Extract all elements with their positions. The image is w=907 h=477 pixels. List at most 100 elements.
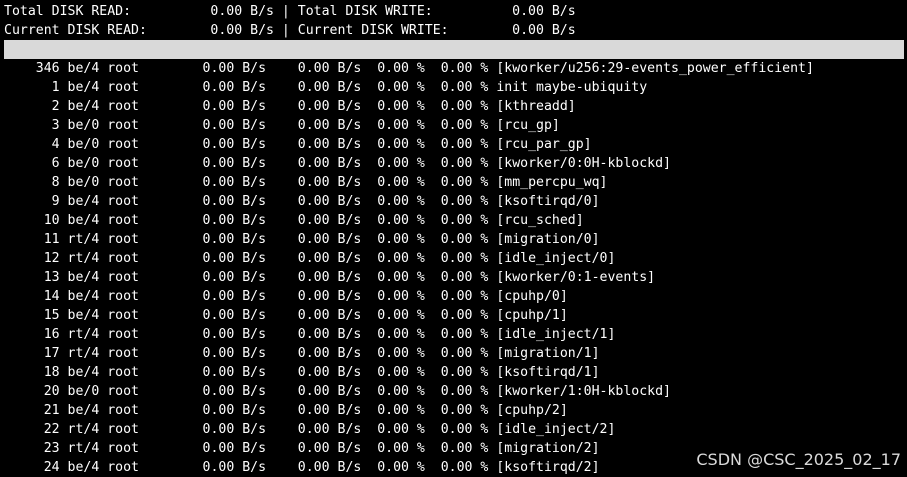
process-io: 0.00 % xyxy=(424,156,489,171)
process-row[interactable]: 9 be/4 root 0.00 B/s 0.00 B/s 0.00 % 0.0… xyxy=(4,192,904,211)
process-tid: 6 xyxy=(4,156,68,171)
process-prio: be/4 xyxy=(67,289,108,304)
process-row[interactable]: 6 be/0 root 0.00 B/s 0.00 B/s 0.00 % 0.0… xyxy=(4,154,904,173)
process-command: [migration/1] xyxy=(488,346,600,361)
process-row[interactable]: 346 be/4 root 0.00 B/s 0.00 B/s 0.00 % 0… xyxy=(4,59,904,78)
process-command: [kworker/0:0H-kblockd] xyxy=(488,156,672,171)
process-disk-read: 0.00 B/s xyxy=(170,327,267,342)
process-prio: rt/4 xyxy=(67,251,108,266)
process-row[interactable]: 3 be/0 root 0.00 B/s 0.00 B/s 0.00 % 0.0… xyxy=(4,116,904,135)
process-tid: 8 xyxy=(4,175,68,190)
process-user: root xyxy=(107,213,171,228)
process-prio: be/4 xyxy=(67,61,108,76)
process-disk-write: 0.00 B/s xyxy=(266,61,362,76)
process-prio: rt/4 xyxy=(67,232,108,247)
process-user: root xyxy=(107,232,171,247)
process-row[interactable]: 17 rt/4 root 0.00 B/s 0.00 B/s 0.00 % 0.… xyxy=(4,344,904,363)
process-io: 0.00 % xyxy=(424,308,489,323)
process-io: 0.00 % xyxy=(424,251,489,266)
process-user: root xyxy=(107,308,171,323)
process-row[interactable]: 15 be/4 root 0.00 B/s 0.00 B/s 0.00 % 0.… xyxy=(4,306,904,325)
process-row[interactable]: 14 be/4 root 0.00 B/s 0.00 B/s 0.00 % 0.… xyxy=(4,287,904,306)
process-disk-read: 0.00 B/s xyxy=(170,232,267,247)
process-prio: be/4 xyxy=(67,403,108,418)
process-command: [idle_inject/0] xyxy=(488,251,616,266)
process-command: [cpuhp/0] xyxy=(488,289,568,304)
process-row[interactable]: 13 be/4 root 0.00 B/s 0.00 B/s 0.00 % 0.… xyxy=(4,268,904,287)
process-disk-write: 0.00 B/s xyxy=(266,422,362,437)
process-row[interactable]: 1 be/4 root 0.00 B/s 0.00 B/s 0.00 % 0.0… xyxy=(4,78,904,97)
process-user: root xyxy=(107,118,171,133)
process-swapin: 0.00 % xyxy=(361,384,425,399)
process-command: [idle_inject/1] xyxy=(488,327,616,342)
process-disk-read: 0.00 B/s xyxy=(170,384,267,399)
process-swapin: 0.00 % xyxy=(361,289,425,304)
process-row[interactable]: 11 rt/4 root 0.00 B/s 0.00 B/s 0.00 % 0.… xyxy=(4,230,904,249)
process-disk-read: 0.00 B/s xyxy=(170,194,267,209)
process-row[interactable]: 2 be/4 root 0.00 B/s 0.00 B/s 0.00 % 0.0… xyxy=(4,97,904,116)
process-disk-read: 0.00 B/s xyxy=(170,99,267,114)
process-row[interactable]: 8 be/0 root 0.00 B/s 0.00 B/s 0.00 % 0.0… xyxy=(4,173,904,192)
process-swapin: 0.00 % xyxy=(361,346,425,361)
process-tid: 23 xyxy=(4,441,68,456)
process-io: 0.00 % xyxy=(424,365,489,380)
process-user: root xyxy=(107,289,171,304)
process-prio: be/0 xyxy=(67,118,108,133)
process-user: root xyxy=(107,175,171,190)
process-row[interactable]: 4 be/0 root 0.00 B/s 0.00 B/s 0.00 % 0.0… xyxy=(4,135,904,154)
process-swapin: 0.00 % xyxy=(361,327,425,342)
process-user: root xyxy=(107,270,171,285)
process-prio: be/0 xyxy=(67,384,108,399)
process-row[interactable]: 10 be/4 root 0.00 B/s 0.00 B/s 0.00 % 0.… xyxy=(4,211,904,230)
process-user: root xyxy=(107,327,171,342)
process-io: 0.00 % xyxy=(424,99,489,114)
process-prio: be/4 xyxy=(67,194,108,209)
process-disk-read: 0.00 B/s xyxy=(170,80,267,95)
process-disk-write: 0.00 B/s xyxy=(266,80,362,95)
process-io: 0.00 % xyxy=(424,422,489,437)
process-row[interactable]: 21 be/4 root 0.00 B/s 0.00 B/s 0.00 % 0.… xyxy=(4,401,904,420)
process-tid: 20 xyxy=(4,384,68,399)
process-disk-read: 0.00 B/s xyxy=(170,422,267,437)
process-tid: 17 xyxy=(4,346,68,361)
process-command: [migration/0] xyxy=(488,232,600,247)
process-tid: 1 xyxy=(4,80,68,95)
process-user: root xyxy=(107,346,171,361)
process-disk-write: 0.00 B/s xyxy=(266,403,362,418)
process-user: root xyxy=(107,441,171,456)
process-user: root xyxy=(107,365,171,380)
process-command: [rcu_gp] xyxy=(488,118,560,133)
process-command: init maybe-ubiquity xyxy=(488,80,648,95)
process-command: [kthreadd] xyxy=(488,99,576,114)
process-table-header: TID PRIO USER DISK READ DISK WRITE SWAPI… xyxy=(4,40,904,76)
process-disk-write: 0.00 B/s xyxy=(266,384,362,399)
total-disk-io-summary: Total DISK READ: 0.00 B/s | Total DISK W… xyxy=(4,4,576,19)
process-disk-read: 0.00 B/s xyxy=(170,403,267,418)
process-command: [mm_percpu_wq] xyxy=(488,175,608,190)
process-row[interactable]: 16 rt/4 root 0.00 B/s 0.00 B/s 0.00 % 0.… xyxy=(4,325,904,344)
process-row[interactable]: 20 be/0 root 0.00 B/s 0.00 B/s 0.00 % 0.… xyxy=(4,382,904,401)
process-tid: 14 xyxy=(4,289,68,304)
process-disk-read: 0.00 B/s xyxy=(170,118,267,133)
process-swapin: 0.00 % xyxy=(361,308,425,323)
process-io: 0.00 % xyxy=(424,270,489,285)
process-prio: rt/4 xyxy=(67,422,108,437)
process-prio: be/0 xyxy=(67,175,108,190)
process-row[interactable]: 18 be/4 root 0.00 B/s 0.00 B/s 0.00 % 0.… xyxy=(4,363,904,382)
process-tid: 3 xyxy=(4,118,68,133)
process-io: 0.00 % xyxy=(424,194,489,209)
process-tid: 16 xyxy=(4,327,68,342)
process-disk-write: 0.00 B/s xyxy=(266,232,362,247)
process-row[interactable]: 12 rt/4 root 0.00 B/s 0.00 B/s 0.00 % 0.… xyxy=(4,249,904,268)
process-swapin: 0.00 % xyxy=(361,80,425,95)
process-prio: rt/4 xyxy=(67,327,108,342)
process-command: [kworker/0:1-events] xyxy=(488,270,656,285)
process-prio: be/4 xyxy=(67,213,108,228)
process-io: 0.00 % xyxy=(424,384,489,399)
process-row[interactable]: 22 rt/4 root 0.00 B/s 0.00 B/s 0.00 % 0.… xyxy=(4,420,904,439)
process-prio: be/4 xyxy=(67,80,108,95)
process-disk-write: 0.00 B/s xyxy=(266,346,362,361)
process-command: [idle_inject/2] xyxy=(488,422,616,437)
process-tid: 2 xyxy=(4,99,68,114)
process-command: [cpuhp/2] xyxy=(488,403,568,418)
